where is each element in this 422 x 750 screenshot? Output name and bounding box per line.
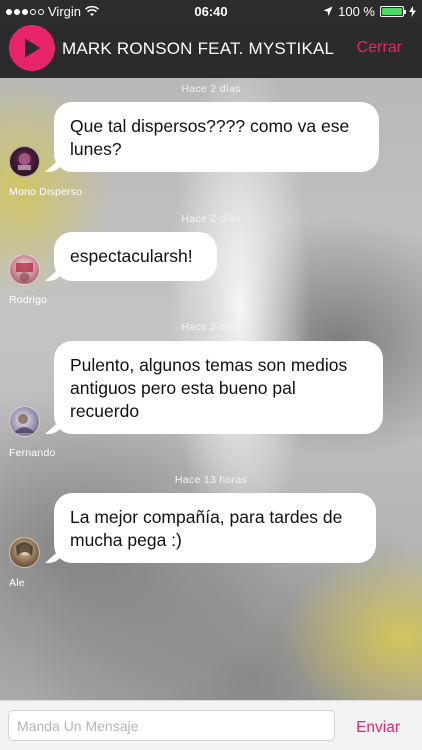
author-name: Rodrigo	[9, 294, 48, 306]
avatar[interactable]	[9, 146, 40, 177]
battery-percent: 100 %	[338, 4, 375, 19]
track-title: MARK RONSON FEAT. MYSTIKAL - FEEL RIGHT	[62, 39, 338, 58]
battery-icon	[380, 6, 406, 17]
location-arrow-icon	[323, 6, 333, 16]
player-header: MARK RONSON FEAT. MYSTIKAL - FEEL RIGHT …	[0, 22, 422, 78]
message-timestamp: Hace 2 días	[181, 83, 241, 95]
message-text: Pulento, algunos temas son medios antigu…	[70, 355, 348, 421]
message-bubble: Pulento, algunos temas son medios antigu…	[45, 341, 383, 434]
send-button[interactable]: Enviar	[356, 719, 400, 737]
message-text: Que tal dispersos???? como va ese lunes?	[70, 116, 350, 159]
close-button[interactable]: Cerrar	[357, 39, 402, 57]
avatar-image	[16, 542, 33, 556]
author-name: Fernando	[9, 447, 56, 459]
message-bubble: La mejor compañía, para tardes de mucha …	[45, 493, 376, 563]
message-timestamp: Hace 2 días	[181, 213, 241, 225]
message-composer: Enviar	[0, 700, 422, 750]
avatar[interactable]	[9, 537, 40, 568]
message-text: La mejor compañía, para tardes de mucha …	[70, 507, 343, 550]
status-bar: Virgin 06:40 100 %	[0, 0, 422, 22]
play-button[interactable]	[9, 25, 55, 71]
play-icon	[25, 38, 40, 58]
message-input[interactable]	[8, 710, 335, 741]
author-name: Mono Disperso	[9, 186, 83, 198]
message-timestamp: Hace 13 horas	[174, 474, 248, 486]
avatar-image	[16, 263, 33, 282]
author-name: Ale	[9, 577, 25, 589]
status-right: 100 %	[323, 4, 416, 19]
message-text: espectacularsh!	[70, 246, 193, 266]
message-bubble: espectacularsh!	[45, 232, 217, 281]
charging-bolt-icon	[409, 6, 416, 17]
message-bubble: Que tal dispersos???? como va ese lunes?	[45, 102, 379, 172]
avatar[interactable]	[9, 406, 40, 437]
avatar-image	[18, 153, 31, 170]
message-timestamp: Hace 2 días	[181, 321, 241, 333]
avatar-image	[14, 414, 35, 433]
avatar[interactable]	[9, 254, 40, 285]
